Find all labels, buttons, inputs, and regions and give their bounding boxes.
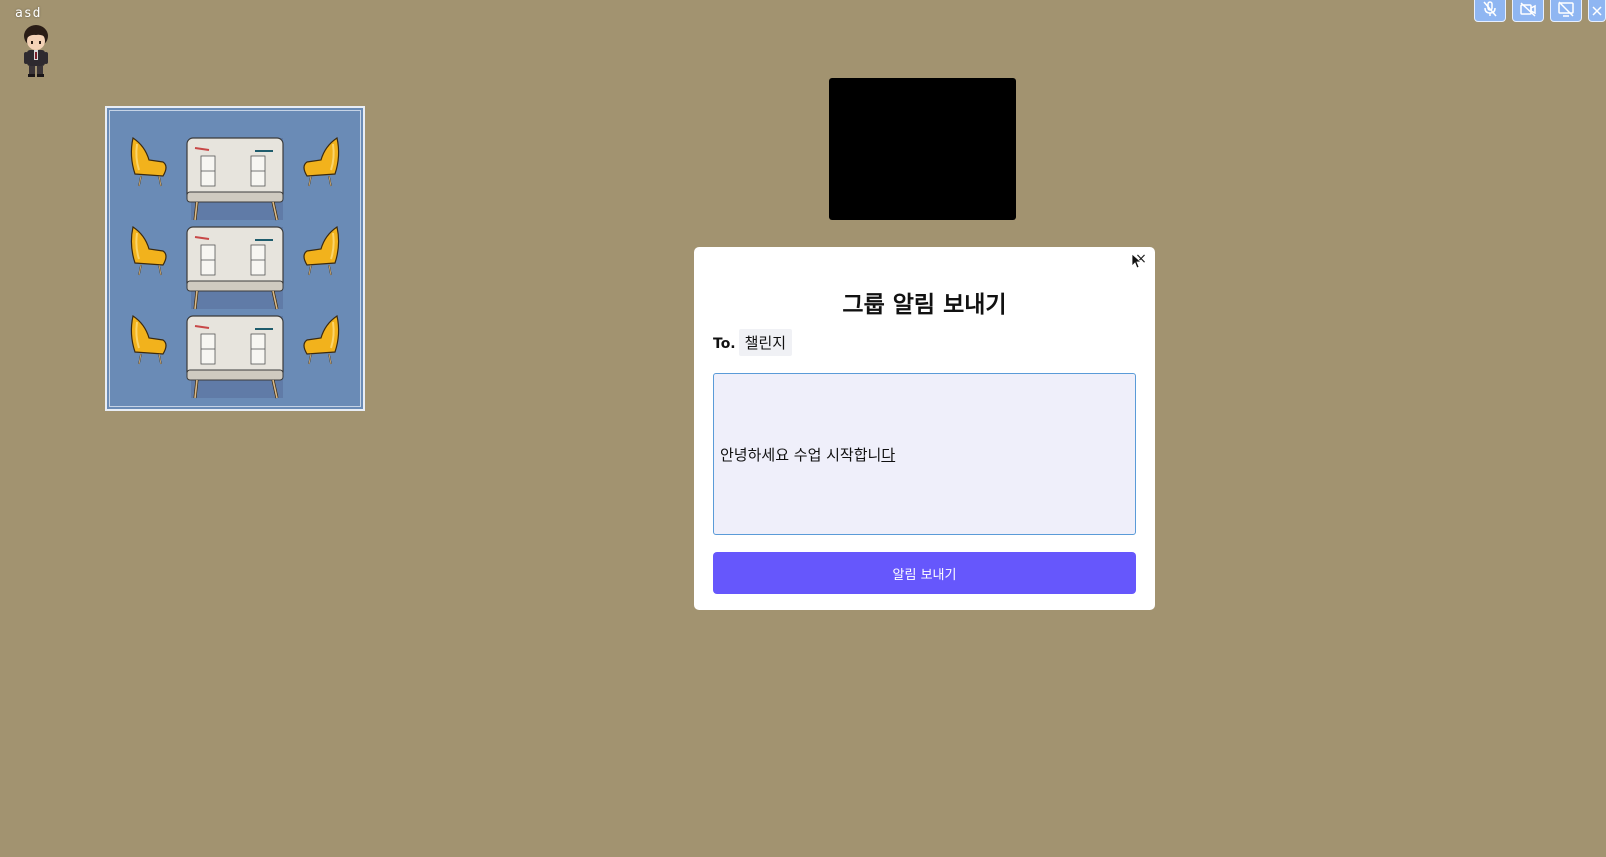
message-text: 안녕하세요 수업 시작합니다 — [720, 444, 895, 465]
player-sprite — [24, 25, 48, 77]
screen-share-off-icon — [1558, 1, 1574, 17]
message-input[interactable]: 안녕하세요 수업 시작합니다 — [713, 373, 1136, 535]
media-controls — [1474, 0, 1606, 22]
video-preview — [829, 78, 1016, 220]
send-notification-button[interactable]: 알림 보내기 — [713, 552, 1136, 594]
mouse-cursor-icon — [1131, 253, 1142, 269]
to-label: To. — [713, 336, 736, 352]
player-avatar[interactable]: asd — [14, 6, 58, 77]
recipient-chip[interactable]: 챌린지 — [738, 329, 793, 356]
message-committed-text: 안녕하세요 수업 시작합니 — [720, 445, 882, 464]
close-icon — [1592, 6, 1602, 16]
group-notification-modal: × 그룹 알림 보내기 To. 챌린지 안녕하세요 수업 시작합니다 알림 보내… — [694, 247, 1155, 610]
player-name: asd — [15, 6, 42, 21]
mic-toggle-button[interactable] — [1474, 0, 1506, 22]
classroom-furniture — [130, 136, 340, 400]
camera-off-icon — [1520, 2, 1536, 17]
message-composing-text: 다 — [881, 445, 896, 464]
mic-off-icon — [1483, 1, 1497, 17]
modal-title: 그룹 알림 보내기 — [842, 292, 1007, 318]
screen-share-toggle-button[interactable] — [1550, 0, 1582, 22]
recipient-row: To. 챌린지 — [713, 329, 793, 356]
classroom-area[interactable] — [105, 106, 365, 411]
exit-button[interactable] — [1588, 0, 1606, 22]
camera-toggle-button[interactable] — [1512, 0, 1544, 22]
